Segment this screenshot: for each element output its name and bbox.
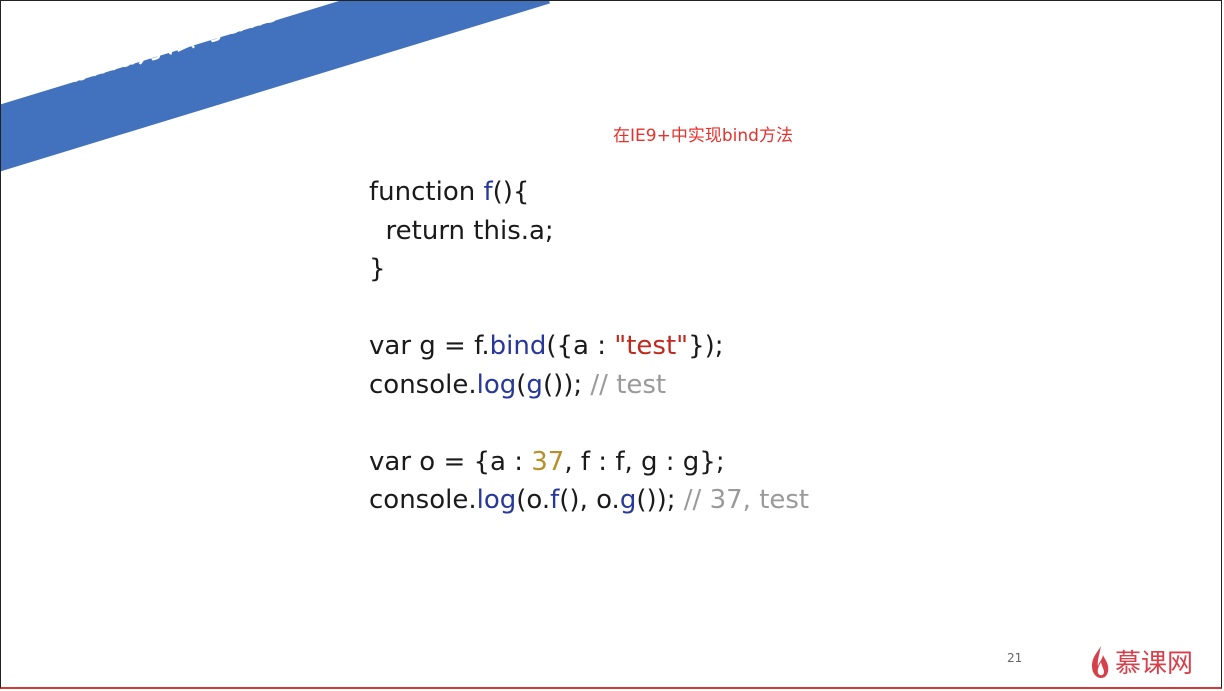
code-token: function xyxy=(369,177,484,207)
imooc-logo: 慕课网 xyxy=(1089,643,1193,680)
code-line: } xyxy=(369,250,809,289)
code-token: return this.a; xyxy=(369,215,554,246)
flame-icon xyxy=(1092,645,1109,678)
code-token: }); xyxy=(688,331,724,361)
code-block: function f(){ return this.a;} var g = f.… xyxy=(369,173,809,520)
code-token: ()); xyxy=(636,485,684,515)
code-token: var o = {a : xyxy=(369,446,532,477)
code-token: (), o. xyxy=(559,485,620,515)
logo-text: 慕课网 xyxy=(1115,649,1194,679)
code-token: "test" xyxy=(614,331,689,361)
code-token: // test xyxy=(590,369,667,400)
code-line: console.log(o.f(), o.g()); // 37, test xyxy=(369,481,809,520)
title-banner xyxy=(1,1,550,203)
code-token: f xyxy=(483,177,493,207)
code-token: 37 xyxy=(531,446,565,477)
page-number: 21 xyxy=(1007,651,1023,665)
code-token: g xyxy=(619,485,637,515)
presentation-slide: bind方法与this 在IE9+中实现bind方法 function f(){… xyxy=(0,0,1222,689)
code-token: } xyxy=(369,254,386,284)
code-line: function f(){ xyxy=(369,173,809,212)
code-line: return this.a; xyxy=(369,212,809,251)
code-token: log xyxy=(476,369,517,400)
code-token: ( xyxy=(516,369,527,400)
code-token: f xyxy=(550,485,560,515)
code-token: g xyxy=(526,369,543,400)
code-token: log xyxy=(476,485,517,515)
code-token: console. xyxy=(369,485,477,515)
code-token: bind xyxy=(489,331,547,361)
code-line: var o = {a : 37, f : f, g : g}; xyxy=(369,443,809,482)
slide-subtitle: 在IE9+中实现bind方法 xyxy=(613,126,793,146)
code-token: , f : f, g : g}; xyxy=(564,446,725,477)
code-token: (){ xyxy=(492,177,530,207)
code-token: (o. xyxy=(516,485,551,515)
code-token: ()); xyxy=(542,369,591,400)
code-token: // 37, test xyxy=(683,485,810,515)
code-line: var g = f.bind({a : "test"}); xyxy=(369,327,809,366)
code-line: console.log(g()); // test xyxy=(369,366,809,405)
code-token: ({a : xyxy=(546,331,615,361)
code-token: console. xyxy=(369,369,477,400)
code-token: var g = f. xyxy=(369,331,490,361)
